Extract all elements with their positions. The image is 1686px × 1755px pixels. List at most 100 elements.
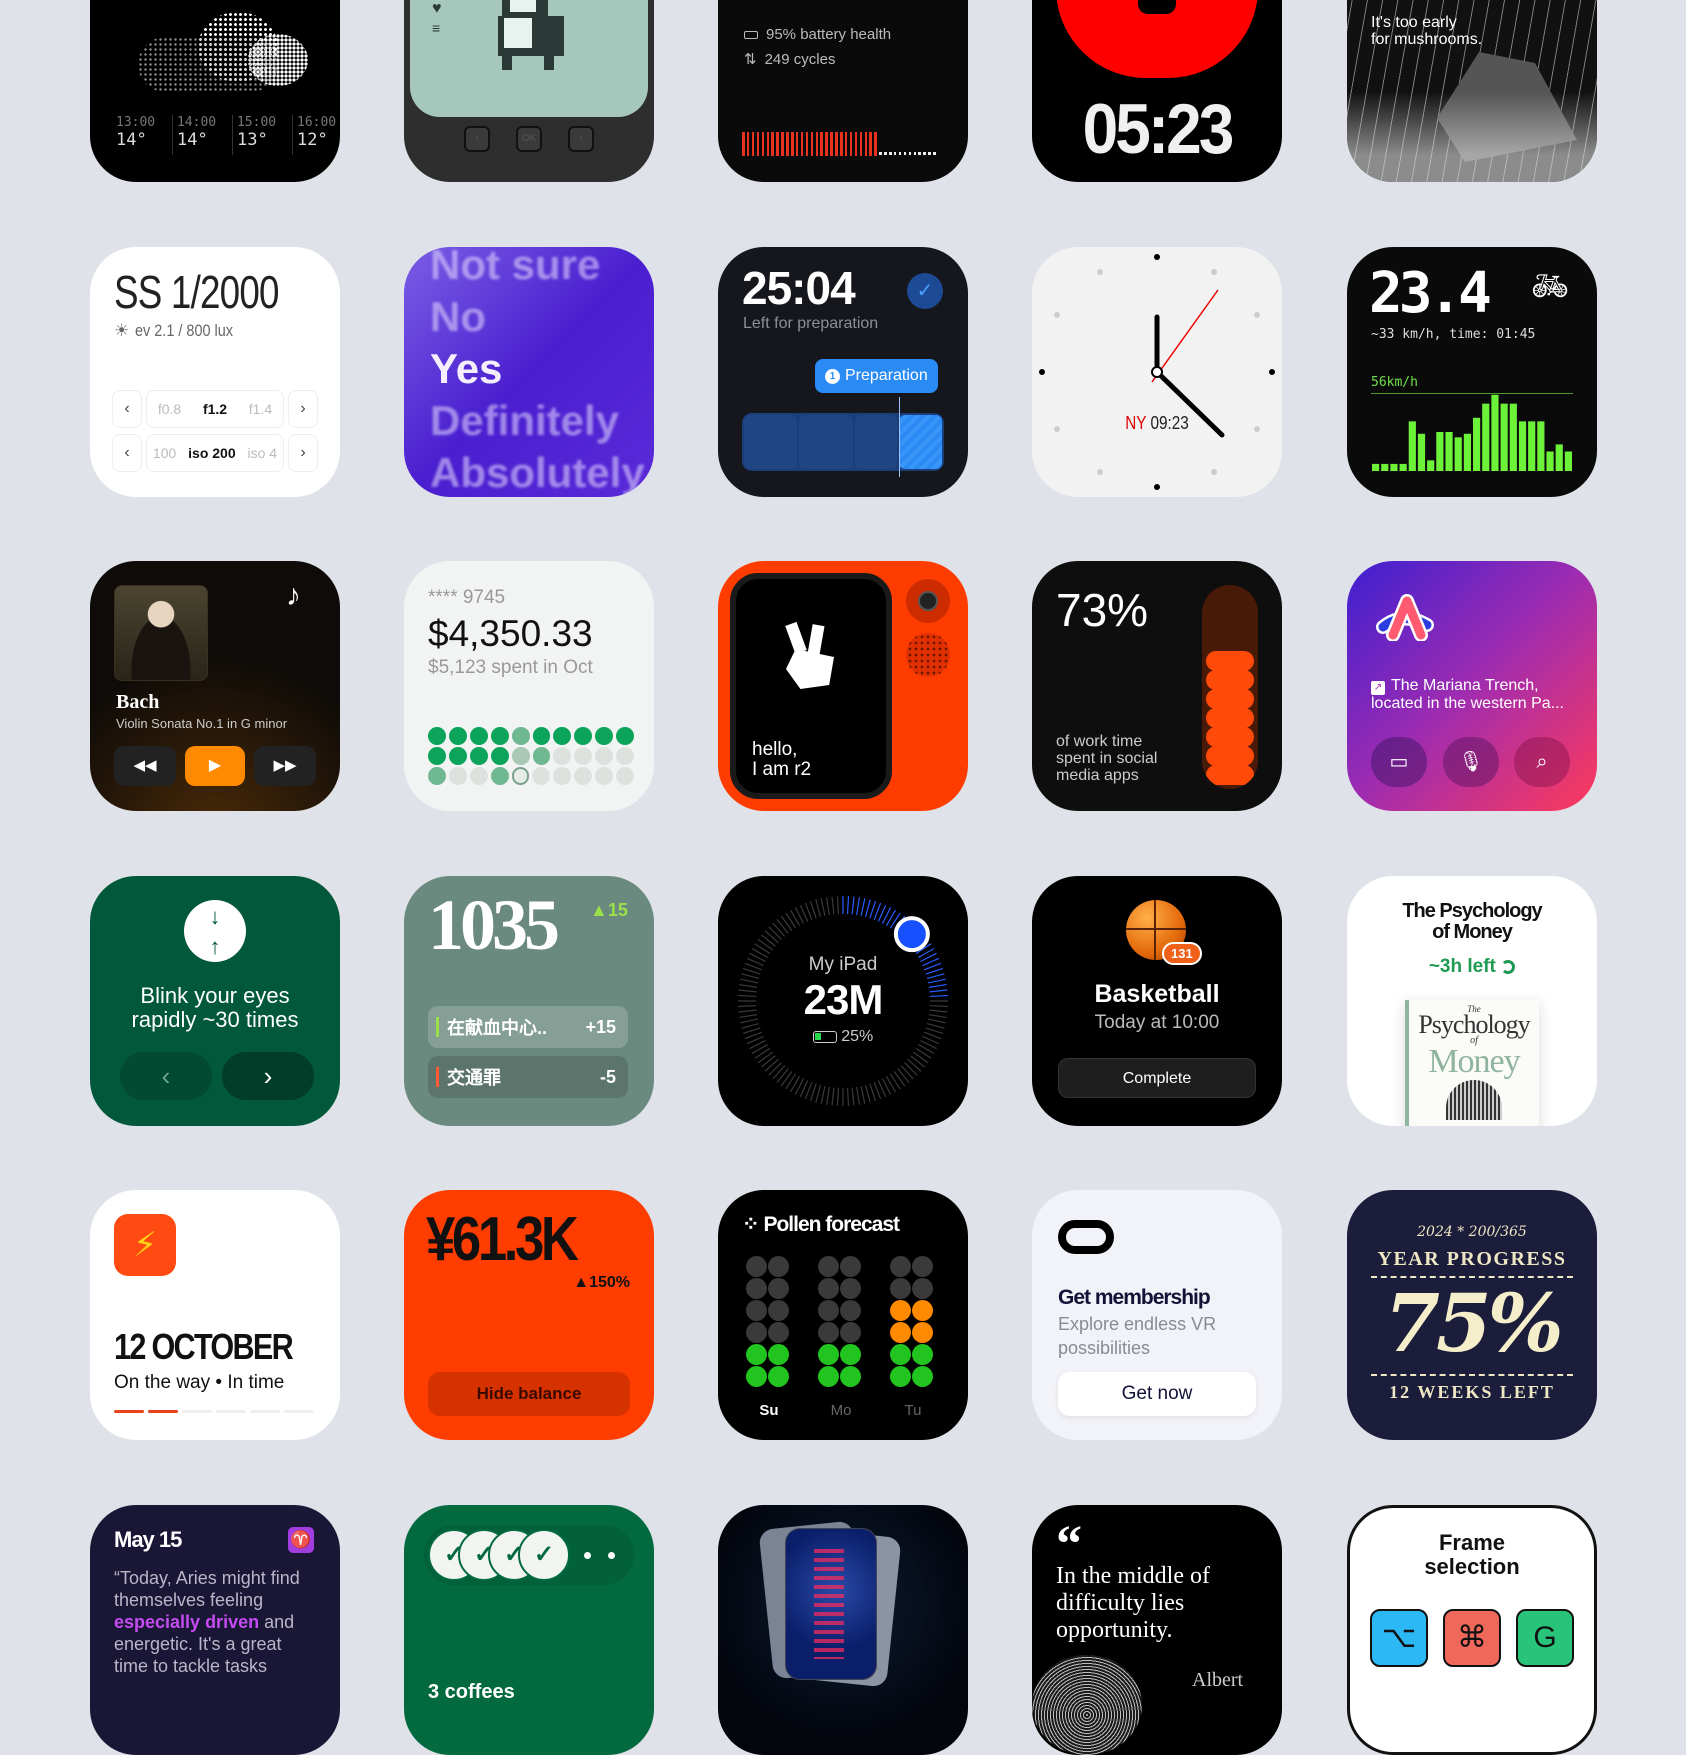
speed-bar: [1500, 403, 1508, 471]
coffee-check[interactable]: ✓: [518, 1529, 570, 1581]
previous-exercise-button[interactable]: ‹: [120, 1052, 212, 1100]
entry-value: -5: [599, 1066, 616, 1087]
shortcut-key[interactable]: ⌘: [1443, 1609, 1501, 1667]
speed-bar: [1417, 433, 1426, 471]
event-time: Today at 10:00: [1094, 1012, 1220, 1033]
battery-segment-empty: [903, 152, 907, 155]
battery-segment-filled: [825, 132, 828, 156]
ring-tick: [820, 1085, 826, 1104]
ring-knob: [893, 916, 930, 953]
arc-search-widget[interactable]: ↗ The Mariana Trench, located in the west…: [1347, 561, 1597, 811]
answer-option[interactable]: Definitely: [430, 395, 654, 447]
battery-segment-empty: [908, 152, 912, 155]
pollen-dot: [818, 1322, 839, 1343]
pollen-dot: [912, 1344, 933, 1365]
vr-membership-widget: Get membership Explore endless VR possib…: [1032, 1190, 1282, 1440]
iso-prev-button[interactable]: ‹: [112, 434, 142, 472]
next-exercise-button[interactable]: ›: [222, 1052, 314, 1100]
forward-button[interactable]: ▶▶: [254, 746, 316, 786]
battery-segment-filled: [815, 132, 818, 156]
artist-name: Bach: [116, 691, 160, 713]
event-badge: 131: [1162, 942, 1202, 965]
pollen-day: Tu: [890, 1256, 936, 1426]
aperture-next-button[interactable]: ›: [288, 390, 318, 428]
spending-dot: [511, 727, 530, 745]
check-button[interactable]: ✓: [907, 273, 943, 309]
entry-label: 在献血中心..: [447, 1018, 548, 1038]
ring-tick: [761, 1055, 776, 1068]
pollen-dot: [818, 1256, 839, 1277]
speed-bar: [1463, 433, 1471, 471]
shortcut-key[interactable]: G: [1516, 1609, 1574, 1667]
clock-face: [1039, 254, 1275, 490]
pet-button[interactable]: ‹: [464, 126, 490, 152]
shortcut-key[interactable]: ⌥: [1370, 1609, 1428, 1667]
pollen-dot: [840, 1366, 861, 1387]
pollen-dot: [840, 1344, 861, 1365]
timer-widget[interactable]: 05:23: [1032, 0, 1282, 182]
entry-label: 交通罪: [447, 1068, 501, 1088]
pollen-dot: [818, 1366, 839, 1387]
speed-bar: [1537, 421, 1545, 471]
track-title: Violin Sonata No.1 in G minor: [116, 716, 288, 731]
answer-option[interactable]: Yes: [430, 343, 654, 395]
progress-ring-icon: [1501, 959, 1516, 974]
yen-amount: ¥61.3K: [426, 1205, 579, 1274]
spending-dot: [448, 747, 467, 765]
complete-button[interactable]: Complete: [1058, 1058, 1256, 1098]
prep-progress-track: [742, 413, 944, 471]
credit-delta: ▲15: [590, 900, 628, 920]
spending-dot: [428, 727, 446, 745]
coffee-label: 3 coffees: [428, 1681, 515, 1703]
pixel-pet-widget[interactable]: ♥ ≡ ♣ ♣ ‹ OK ›: [404, 0, 654, 182]
magic-8-ball-widget[interactable]: Not sure No Yes Definitely Absolutely: [404, 247, 654, 497]
battery-segment-filled: [854, 132, 858, 156]
book-title-2: of Money: [1432, 921, 1513, 943]
prep-subtitle: Left for preparation: [743, 315, 879, 332]
pet-button[interactable]: OK: [516, 126, 542, 152]
mushroom-widget: It's too early for mushrooms.: [1347, 0, 1597, 182]
get-now-button[interactable]: Get now: [1058, 1372, 1256, 1416]
microphone-button[interactable]: 🎙︎: [1443, 737, 1499, 787]
battery-segment-filled: [756, 132, 760, 156]
music-widget[interactable]: ♪ Bach Violin Sonata No.1 in G minor ◀◀ …: [90, 561, 340, 811]
answer-option[interactable]: Absolutely: [430, 447, 654, 497]
spending-dot: [428, 747, 446, 765]
answer-picker[interactable]: Not sure No Yes Definitely Absolutely: [430, 247, 654, 497]
analog-clock-widget: NY 09:23: [1032, 247, 1282, 497]
entry-indicator: [436, 1017, 439, 1037]
ring-tick: [913, 1051, 929, 1064]
speed-bar: [1381, 463, 1389, 471]
pet-button[interactable]: ›: [568, 126, 594, 152]
speed-bar: [1564, 451, 1572, 471]
answer-option[interactable]: No: [430, 291, 654, 343]
coffee-checks[interactable]: ✓ ✓ ✓ ✓: [424, 1525, 634, 1585]
iso-next-button[interactable]: ›: [288, 434, 318, 472]
aperture-prev-button[interactable]: ‹: [112, 390, 142, 428]
hide-balance-button[interactable]: Hide balance: [428, 1372, 630, 1416]
delivery-progress: [114, 1410, 314, 1413]
rewind-button[interactable]: ◀◀: [114, 746, 176, 786]
play-button[interactable]: ▶: [185, 746, 245, 786]
pollen-chart: Su Mo Tu: [746, 1256, 946, 1426]
ring-tick: [772, 922, 786, 937]
gauge-segment: [1206, 746, 1254, 766]
battery-segment-filled: [835, 132, 838, 156]
coffee-remaining-dot: [608, 1552, 615, 1559]
photo-stack-widget[interactable]: [718, 1505, 968, 1755]
ring-tick: [864, 899, 871, 918]
dot-row: [428, 747, 635, 765]
cycling-distance: 23.4: [1369, 261, 1492, 326]
display-button[interactable]: ▭: [1371, 737, 1427, 787]
timer-indicator: [1056, 0, 1258, 78]
pollen-title: Pollen forecast: [763, 1213, 900, 1236]
weather-widget[interactable]: 13:00 14° 14:00 14° 15:00 13° 16:00 12°: [90, 0, 340, 182]
search-button[interactable]: ⌕: [1514, 737, 1570, 787]
answer-option[interactable]: Not sure: [430, 247, 654, 291]
exercise-text-1: Blink your eyes: [140, 983, 290, 1008]
sun-icon: ☀: [114, 321, 130, 340]
delivery-date: 12 OCTOBER: [114, 1326, 294, 1367]
aperture-dial[interactable]: f0.8 f1.2 f1.4: [146, 390, 284, 428]
iso-dial[interactable]: 100 iso 200 iso 4: [146, 434, 284, 472]
speed-bar: [1445, 432, 1453, 471]
